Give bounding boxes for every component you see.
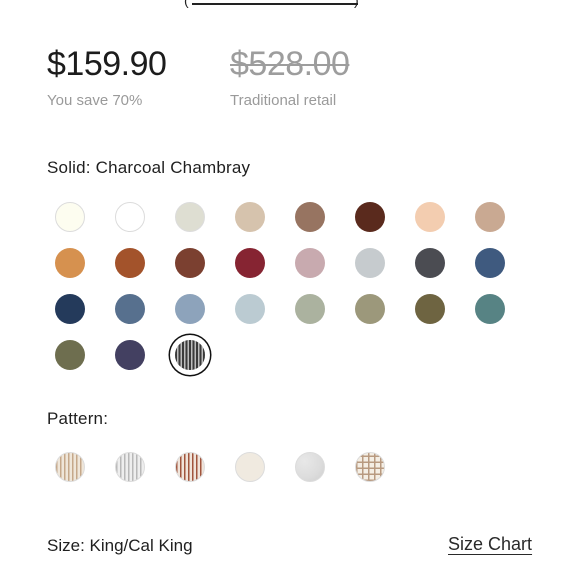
size-label: Size: King/Cal King (47, 536, 193, 555)
retail-price: $528.00 (230, 45, 350, 83)
swatch-burgundy[interactable] (235, 248, 265, 278)
swatch-sand[interactable] (235, 202, 265, 232)
swatch-tan[interactable] (475, 202, 505, 232)
solid-color-label: Solid: Charcoal Chambray (47, 158, 251, 177)
swatch-indigo[interactable] (115, 340, 145, 370)
swatch-brick[interactable] (175, 248, 205, 278)
swatch-olive[interactable] (55, 340, 85, 370)
swatch-mauve[interactable] (295, 248, 325, 278)
top-link-underline[interactable] (192, 0, 358, 5)
pattern-swatch-cream-solid[interactable] (235, 452, 265, 482)
pattern-swatch-heather-gray[interactable] (295, 452, 325, 482)
swatch-mocha[interactable] (295, 202, 325, 232)
swatch-olive-gray[interactable] (355, 294, 385, 324)
swatch-mist[interactable] (235, 294, 265, 324)
swatch-slate-blue[interactable] (475, 248, 505, 278)
swatch-denim[interactable] (115, 294, 145, 324)
swatch-dusty-blue[interactable] (175, 294, 205, 324)
swatch-teal[interactable] (475, 294, 505, 324)
swatch-charcoal-chambray[interactable] (175, 340, 205, 370)
swatch-rust[interactable] (115, 248, 145, 278)
pattern-swatch-gray-stripe[interactable] (115, 452, 145, 482)
swatch-chocolate[interactable] (355, 202, 385, 232)
top-link-paren-right: ) (354, 0, 359, 8)
pattern-swatch-tan-grid[interactable] (355, 452, 385, 482)
swatch-light-gray[interactable] (175, 202, 205, 232)
top-link-paren-left: ( (184, 0, 189, 8)
swatch-amber[interactable] (55, 248, 85, 278)
savings-text: You save 70% (47, 92, 143, 109)
swatch-moss[interactable] (415, 294, 445, 324)
pattern-label: Pattern: (47, 409, 109, 428)
swatch-ivory[interactable] (55, 202, 85, 232)
swatch-white[interactable] (115, 202, 145, 232)
retail-label: Traditional retail (230, 92, 337, 109)
swatch-sage[interactable] (295, 294, 325, 324)
swatch-silver[interactable] (355, 248, 385, 278)
pattern-swatch-tan-stripe[interactable] (55, 452, 85, 482)
pattern-swatch-rust-stripe[interactable] (175, 452, 205, 482)
sale-price: $159.90 (47, 45, 167, 83)
swatch-navy[interactable] (55, 294, 85, 324)
size-chart-link[interactable]: Size Chart (448, 534, 532, 555)
swatch-charcoal[interactable] (415, 248, 445, 278)
swatch-blush[interactable] (415, 202, 445, 232)
